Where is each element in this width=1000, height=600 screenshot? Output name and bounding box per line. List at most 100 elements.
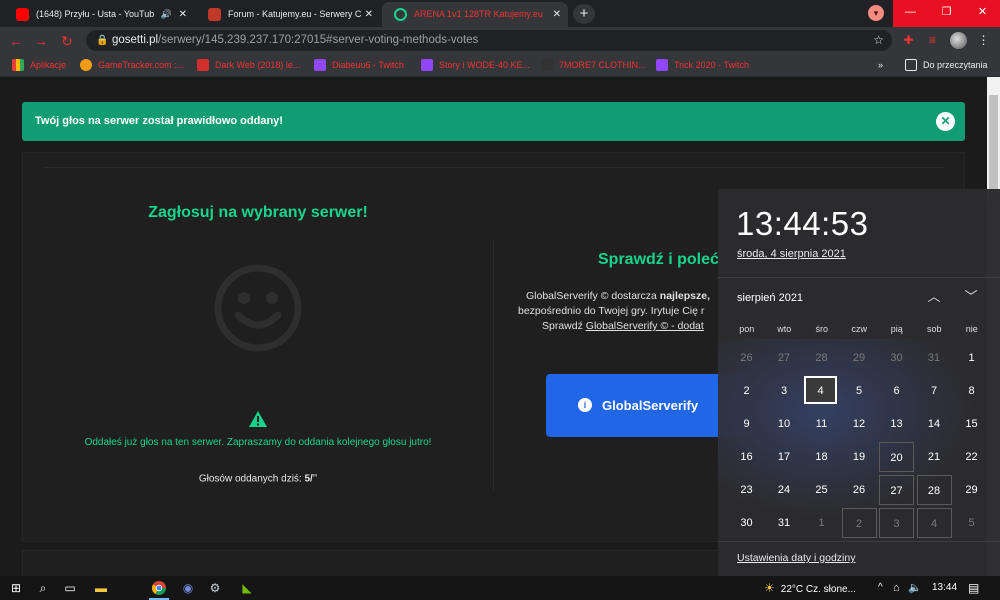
- address-bar[interactable]: 🔒 gosetti.pl/serwery/145.239.237.170:270…: [86, 30, 892, 51]
- calendar-day[interactable]: 1: [954, 343, 989, 373]
- window-controls: — ❐ ✕: [893, 0, 1000, 27]
- chevron-down-icon[interactable]: ﹀: [961, 287, 981, 307]
- tab-arena[interactable]: ARENA 1v1 128TR Katujemy.eu ✕: [382, 2, 568, 27]
- file-explorer-icon[interactable]: ▬: [93, 580, 109, 596]
- calendar-day[interactable]: 27: [767, 343, 802, 373]
- calendar-day[interactable]: 3: [879, 508, 914, 538]
- calendar-day[interactable]: 20: [879, 442, 914, 472]
- calendar-day[interactable]: 10: [767, 409, 802, 439]
- calendar-day[interactable]: 28: [804, 343, 839, 373]
- calendar-day[interactable]: 26: [729, 343, 764, 373]
- bookmark-diabeuu6[interactable]: Diabeuu6 - Twitch: [314, 54, 404, 77]
- calendar-day[interactable]: 28: [916, 475, 952, 505]
- close-tab-icon[interactable]: ✕: [365, 2, 373, 27]
- chrome-icon[interactable]: [149, 580, 169, 600]
- warning-icon: [249, 411, 267, 427]
- calendar-day[interactable]: 31: [917, 343, 952, 373]
- calendar-day[interactable]: 26: [842, 475, 877, 505]
- calendar-day[interactable]: 6: [879, 376, 914, 406]
- calendar-day[interactable]: 7: [917, 376, 952, 406]
- calendar-day[interactable]: 29: [954, 475, 989, 505]
- calendar-day[interactable]: 24: [767, 475, 802, 505]
- new-tab-button[interactable]: +: [573, 4, 595, 24]
- calendar-day[interactable]: 1: [804, 508, 839, 538]
- profile-chevron-icon[interactable]: ▾: [868, 5, 884, 21]
- reload-icon[interactable]: ↻: [57, 31, 77, 51]
- calendar-day[interactable]: 21: [917, 442, 952, 472]
- calendar-day[interactable]: 9: [729, 409, 764, 439]
- media-queue-icon[interactable]: ≡: [924, 32, 941, 49]
- calendar-day[interactable]: 15: [954, 409, 989, 439]
- search-icon[interactable]: ⌕: [35, 580, 51, 596]
- discord-icon[interactable]: ◉: [180, 580, 196, 596]
- bookmark-story[interactable]: Story i WODE-40 KE...: [421, 54, 530, 77]
- minimize-button[interactable]: —: [893, 0, 928, 24]
- calendar-day[interactable]: 23: [729, 475, 764, 505]
- forum-icon: [208, 8, 221, 21]
- calendar-day[interactable]: 2: [841, 508, 877, 538]
- steam-icon[interactable]: ⚙: [207, 580, 223, 596]
- calendar-day[interactable]: 30: [729, 508, 764, 538]
- menu-dots-icon[interactable]: ⋮: [975, 32, 992, 49]
- bookmark-trick[interactable]: Trick 2020 - Twitch: [656, 54, 749, 77]
- calendar-day[interactable]: 27: [879, 475, 914, 505]
- close-window-button[interactable]: ✕: [965, 0, 1000, 24]
- calendar-day[interactable]: 22: [954, 442, 989, 472]
- forward-arrow-icon[interactable]: →: [31, 31, 51, 51]
- weather-widget[interactable]: ☀ 22°C Cz. słone...: [764, 576, 856, 600]
- calendar-day[interactable]: 31: [767, 508, 802, 538]
- calendar-day[interactable]: 5: [954, 508, 989, 538]
- calendar-day[interactable]: 16: [729, 442, 764, 472]
- chevron-up-icon[interactable]: ︿: [924, 287, 944, 307]
- bookmark-gametracker[interactable]: GameTracker.com :...: [80, 54, 184, 77]
- calendar-day[interactable]: 19: [842, 442, 877, 472]
- calendar-day[interactable]: 17: [767, 442, 802, 472]
- calendar-day[interactable]: 2: [729, 376, 764, 406]
- calendar-day[interactable]: 25: [804, 475, 839, 505]
- calendar-day[interactable]: 12: [842, 409, 877, 439]
- globalserverify-button[interactable]: i GlobalServerify: [546, 374, 746, 437]
- date-time-settings-link[interactable]: Ustawienia daty i godziny: [737, 552, 855, 564]
- calendar-day[interactable]: 11: [804, 409, 839, 439]
- calendar-day[interactable]: 4: [916, 508, 952, 538]
- restore-button[interactable]: ❐: [929, 0, 964, 24]
- bookmark-label: Trick 2020 - Twitch: [674, 60, 750, 70]
- task-view-icon[interactable]: ▭: [62, 580, 78, 596]
- reading-list-icon: [905, 59, 917, 71]
- calendar-day-today[interactable]: 4: [804, 376, 837, 404]
- taskbar-clock[interactable]: 13:44: [932, 576, 957, 600]
- bookmark-7more7[interactable]: 7MORE7 CLOTHIN...: [541, 54, 646, 77]
- speaker-icon[interactable]: 🔊: [161, 2, 172, 27]
- tray-chevron-icon[interactable]: ^: [878, 576, 883, 600]
- avatar[interactable]: [950, 32, 967, 49]
- calendar-day[interactable]: 14: [917, 409, 952, 439]
- calendar-day[interactable]: 29: [842, 343, 877, 373]
- calendar-day[interactable]: 8: [954, 376, 989, 406]
- calendar-month[interactable]: sierpień 2021: [737, 292, 803, 304]
- tab-forum[interactable]: Forum - Katujemy.eu - Serwery C ✕: [196, 2, 380, 27]
- bookmark-apps[interactable]: Aplikacje: [12, 54, 66, 77]
- calendar-day[interactable]: 18: [804, 442, 839, 472]
- nvidia-icon[interactable]: ◣: [239, 580, 255, 596]
- calendar-day[interactable]: 5: [842, 376, 877, 406]
- back-arrow-icon[interactable]: ←: [6, 31, 26, 51]
- bookmarks-overflow-button[interactable]: »: [878, 54, 883, 77]
- bookmark-dark-web[interactable]: Dark Web (2018) le...: [197, 54, 300, 77]
- weekday-label: wto: [777, 324, 792, 334]
- close-tab-icon[interactable]: ✕: [179, 2, 187, 27]
- volume-icon[interactable]: 🔈: [908, 576, 922, 600]
- extensions-puzzle-icon[interactable]: ✚: [900, 32, 917, 49]
- bookmark-star-icon[interactable]: ☆: [873, 30, 884, 51]
- calendar-day[interactable]: 3: [767, 376, 802, 406]
- calendar-day[interactable]: 13: [879, 409, 914, 439]
- reading-list-button[interactable]: Do przeczytania: [905, 54, 988, 77]
- calendar-day[interactable]: 30: [879, 343, 914, 373]
- notifications-icon[interactable]: ▤: [968, 576, 979, 600]
- close-tab-icon[interactable]: ✕: [553, 2, 561, 27]
- network-icon[interactable]: ⌂: [893, 576, 900, 600]
- globalserverify-link[interactable]: GlobalServerify © - dodat: [586, 320, 704, 332]
- long-date-link[interactable]: środa, 4 sierpnia 2021: [737, 248, 846, 260]
- windows-start-icon[interactable]: ⊞: [8, 580, 24, 596]
- tab-youtube[interactable]: (1648) Przyłu - Usta - YouTub 🔊 ✕: [4, 2, 194, 27]
- close-alert-button[interactable]: ✕: [936, 112, 955, 131]
